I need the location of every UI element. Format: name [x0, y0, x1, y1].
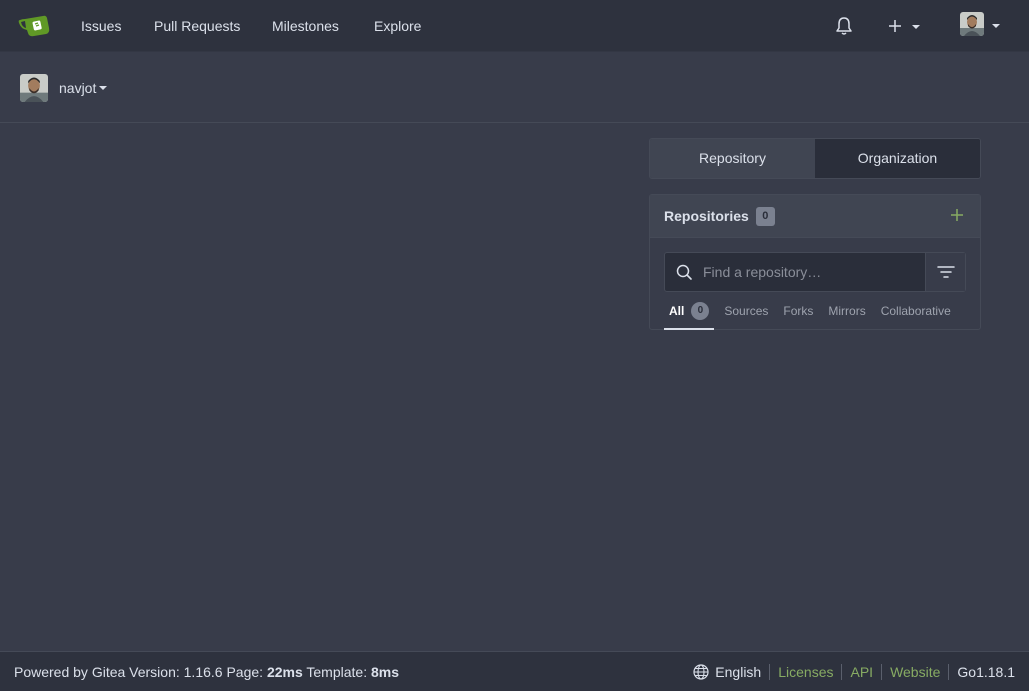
repositories-count-badge: 0: [755, 206, 775, 226]
nav-issues[interactable]: Issues: [81, 0, 121, 52]
globe-icon: [693, 664, 709, 680]
add-repository-icon[interactable]: [950, 208, 964, 222]
repo-tab-label: All: [669, 304, 685, 318]
search-icon: [665, 253, 703, 291]
template-time: 8ms: [370, 664, 400, 680]
chevron-down-icon: [992, 24, 1000, 28]
repo-tab-all[interactable]: All 0: [663, 300, 715, 330]
licenses-link[interactable]: Licenses: [778, 664, 833, 680]
repo-tab-sources[interactable]: Sources: [724, 300, 768, 330]
api-link[interactable]: API: [850, 664, 873, 680]
context-switcher[interactable]: navjot: [20, 74, 108, 102]
footer-links: English Licenses API Website Go1.18.1: [693, 664, 1015, 680]
go-version: Go1.18.1: [957, 664, 1015, 680]
search-input[interactable]: [703, 253, 925, 291]
avatar: [20, 74, 48, 102]
nav-milestones[interactable]: Milestones: [272, 0, 339, 52]
create-menu[interactable]: [886, 16, 922, 36]
repositories-title: Repositories: [664, 208, 749, 224]
user-menu[interactable]: [958, 12, 1002, 40]
divider: [881, 664, 883, 680]
repo-tab-mirrors[interactable]: Mirrors: [828, 300, 865, 330]
tab-organization[interactable]: Organization: [815, 139, 980, 178]
repositories-panel: Repositories 0 All 0 Sources Forks Mirro…: [649, 194, 981, 330]
filter-icon: [937, 266, 955, 278]
footer-version-info: Powered by Gitea Version: 1.16.6 Page: 2…: [14, 664, 399, 680]
top-navbar: Issues Pull Requests Milestones Explore: [0, 0, 1029, 52]
gitea-logo-icon[interactable]: [18, 13, 52, 39]
avatar: [960, 12, 984, 36]
repo-tab-forks[interactable]: Forks: [783, 300, 813, 330]
repositories-header: Repositories 0: [650, 195, 980, 238]
repo-filter-tabs: All 0 Sources Forks Mirrors Collaborativ…: [663, 300, 966, 330]
chevron-down-icon: [99, 86, 108, 90]
filter-button[interactable]: [925, 253, 965, 291]
divider: [948, 664, 950, 680]
plus-icon: [889, 20, 901, 32]
footer: Powered by Gitea Version: 1.16.6 Page: 2…: [0, 651, 1029, 691]
powered-by-text: Powered by Gitea Version: 1.16.6 Page:: [14, 664, 267, 680]
repo-tab-collaborative[interactable]: Collaborative: [881, 300, 951, 330]
divider: [841, 664, 843, 680]
divider: [769, 664, 771, 680]
template-label: Template:: [302, 664, 371, 680]
context-user-name: navjot: [59, 80, 97, 96]
language-selector[interactable]: English: [715, 664, 761, 680]
repo-tab-count-badge: 0: [691, 302, 710, 320]
dashboard-header: navjot: [0, 53, 1029, 123]
repo-org-switch: Repository Organization: [649, 138, 981, 179]
nav-explore[interactable]: Explore: [374, 0, 421, 52]
repo-search: [664, 252, 966, 292]
nav-pull-requests[interactable]: Pull Requests: [154, 0, 240, 52]
website-link[interactable]: Website: [890, 664, 940, 680]
page-time: 22ms: [266, 664, 303, 680]
tab-repository[interactable]: Repository: [650, 139, 815, 178]
chevron-down-icon: [912, 25, 920, 29]
bell-icon[interactable]: [835, 16, 853, 36]
